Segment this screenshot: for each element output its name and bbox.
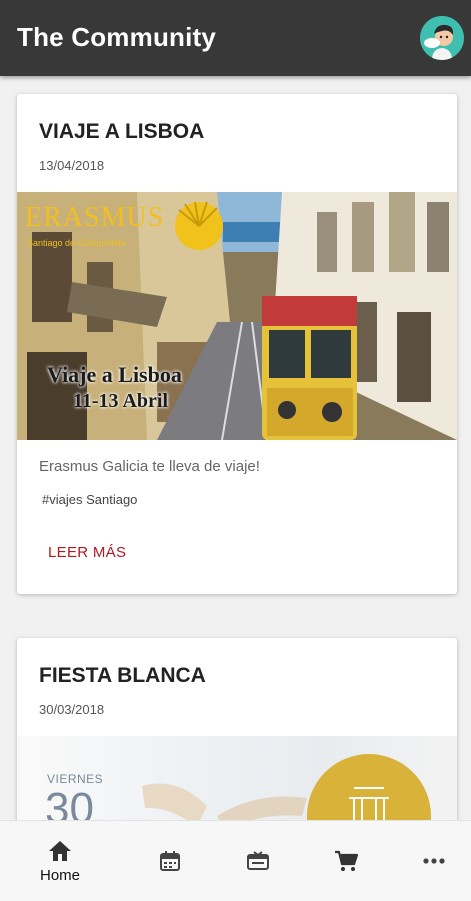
- nav-more[interactable]: [392, 821, 471, 901]
- read-more-link[interactable]: LEER MÁS: [48, 544, 126, 561]
- erasmus-brand-text: ERASMUS: [25, 202, 165, 233]
- home-icon: [49, 840, 71, 861]
- post-tag[interactable]: #viajes Santiago: [42, 492, 137, 507]
- nav-tickets[interactable]: [216, 821, 300, 901]
- post-card[interactable]: VIAJE A LISBOA 13/04/2018 ERASMUS Santia…: [17, 94, 457, 594]
- more-icon: [423, 858, 445, 864]
- post-image[interactable]: VIERNES 30: [17, 736, 457, 820]
- post-description: Erasmus Galicia te lleva de viaje!: [39, 458, 260, 475]
- post-card[interactable]: FIESTA BLANCA 30/03/2018 VIERNES 30: [17, 638, 457, 820]
- nav-cart[interactable]: [304, 821, 388, 901]
- ticket-icon: [247, 851, 269, 870]
- user-avatar[interactable]: [420, 16, 464, 60]
- bottom-navigation: Home: [0, 820, 471, 901]
- calendar-icon: [160, 851, 180, 871]
- erasmus-brand-subtitle: Santiago de Compostela: [27, 238, 126, 248]
- post-feed[interactable]: VIAJE A LISBOA 13/04/2018 ERASMUS Santia…: [0, 76, 471, 820]
- post-image[interactable]: ERASMUS Santiago de Compostela Viaje a L…: [17, 192, 457, 440]
- post-title: FIESTA BLANCA: [39, 664, 206, 687]
- nav-calendar[interactable]: [128, 821, 212, 901]
- cart-icon: [335, 850, 359, 871]
- nav-home-label: Home: [39, 866, 80, 884]
- post-date: 13/04/2018: [39, 158, 105, 173]
- nav-home[interactable]: Home: [18, 821, 102, 901]
- post-title: VIAJE A LISBOA: [39, 120, 205, 143]
- post-date: 30/03/2018: [39, 702, 105, 717]
- app-title: The Community: [17, 22, 217, 52]
- party-image: [142, 754, 431, 820]
- app-bar: The Community: [0, 0, 471, 76]
- image-overlay-title: Viaje a Lisboa: [47, 362, 182, 387]
- image-overlay-dates: 11-13 Abril: [73, 390, 169, 412]
- avatar-icon: [420, 16, 464, 60]
